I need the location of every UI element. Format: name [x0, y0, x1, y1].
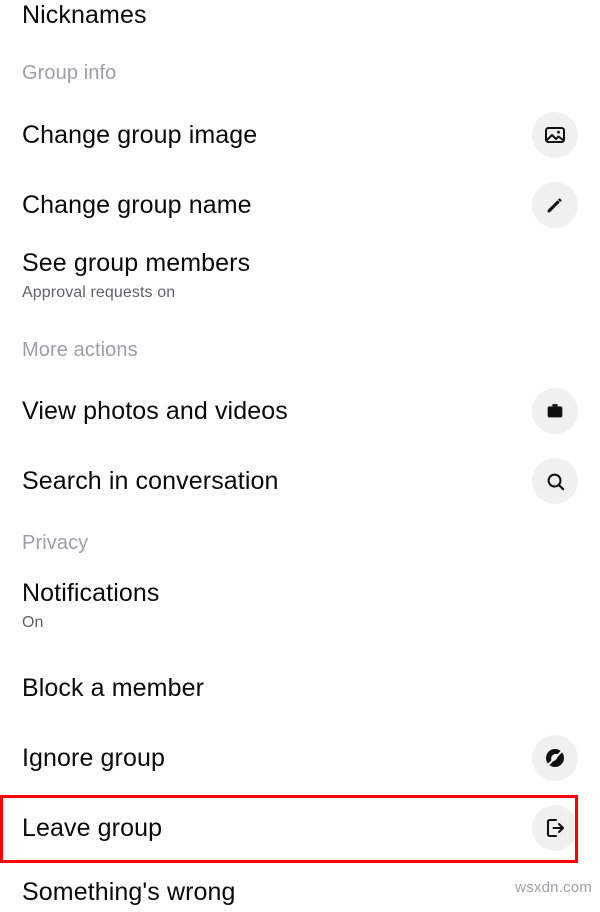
menu-item-ignore-group[interactable]: Ignore group [0, 733, 600, 783]
menu-item-label: Search in conversation [22, 467, 279, 495]
menu-item-label: Block a member [22, 674, 205, 702]
menu-item-block-a-member[interactable]: Block a member [0, 663, 600, 713]
ignore-icon[interactable] [532, 735, 578, 781]
media-icon[interactable] [532, 388, 578, 434]
menu-item-text: Something's wrong [22, 877, 236, 907]
section-header-more-actions: More actions [22, 339, 138, 361]
menu-item-label: Nicknames [22, 1, 147, 29]
menu-item-nicknames[interactable]: Nicknames [0, 0, 600, 36]
menu-item-text: Nicknames [22, 0, 147, 30]
pencil-icon[interactable] [532, 182, 578, 228]
menu-item-change-group-image[interactable]: Change group image [0, 110, 600, 160]
menu-item-subtitle: On [22, 614, 44, 631]
menu-item-label: See group members [22, 249, 251, 277]
menu-item-search-in-conversation[interactable]: Search in conversation [0, 456, 600, 506]
menu-item-label: Leave group [22, 814, 163, 842]
menu-item-change-group-name[interactable]: Change group name [0, 180, 600, 230]
menu-item-label: Change group image [22, 121, 258, 149]
leave-icon[interactable] [532, 805, 578, 851]
menu-item-notifications[interactable]: Notifications On [0, 578, 600, 638]
photo-icon[interactable] [532, 112, 578, 158]
menu-item-view-photos-and-videos[interactable]: View photos and videos [0, 386, 600, 436]
menu-item-somethings-wrong[interactable]: Something's wrong [0, 872, 600, 912]
menu-item-label: View photos and videos [22, 397, 288, 425]
section-header-group-info: Group info [22, 62, 117, 84]
menu-item-text: Leave group [22, 813, 162, 843]
menu-item-see-group-members[interactable]: See group members Approval requests on [0, 248, 600, 308]
menu-item-text: Notifications On [22, 578, 159, 633]
menu-item-text: Change group image [22, 120, 257, 150]
menu-item-label: Ignore group [22, 744, 165, 772]
menu-item-text: Ignore group [22, 743, 165, 773]
menu-item-leave-group[interactable]: Leave group [0, 803, 600, 853]
section-header-privacy: Privacy [22, 532, 89, 554]
group-settings-screen: Nicknames Group info Change group image … [0, 0, 600, 906]
watermark: wsxdn.com [515, 879, 592, 896]
menu-item-label: Something's wrong [22, 878, 236, 906]
search-icon[interactable] [532, 458, 578, 504]
menu-item-text: Change group name [22, 190, 252, 220]
menu-item-text: Block a member [22, 673, 204, 703]
menu-item-text: View photos and videos [22, 396, 288, 426]
menu-item-text: Search in conversation [22, 466, 279, 496]
menu-item-label: Change group name [22, 191, 252, 219]
menu-item-label: Notifications [22, 579, 160, 607]
menu-item-text: See group members Approval requests on [22, 248, 250, 303]
menu-item-subtitle: Approval requests on [22, 284, 176, 301]
